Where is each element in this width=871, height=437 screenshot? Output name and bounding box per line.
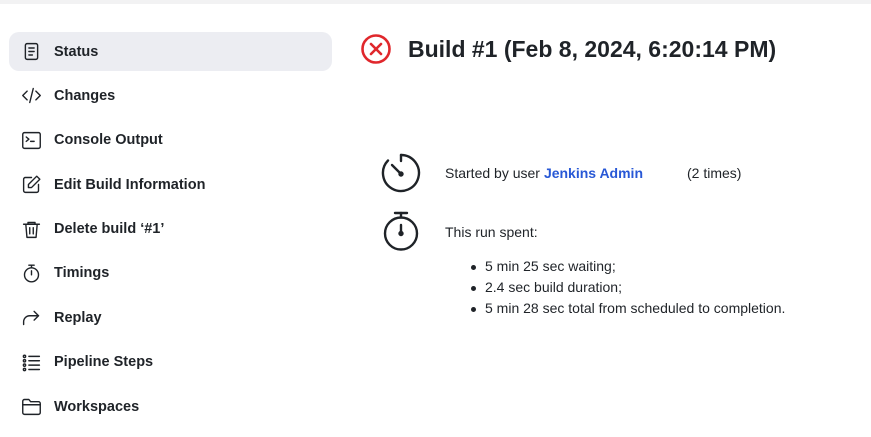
user-link[interactable]: Jenkins Admin <box>544 165 643 181</box>
timer-icon <box>380 152 422 194</box>
sidebar-item-label: Edit Build Information <box>54 176 206 193</box>
code-icon <box>20 85 42 107</box>
stopwatch-icon <box>20 262 42 284</box>
time-spent-title: This run spent: <box>445 224 538 240</box>
sidebar-item-console-output[interactable]: Console Output <box>9 121 332 160</box>
sidebar-item-label: Workspaces <box>54 398 140 415</box>
sidebar-item-status[interactable]: Status <box>9 32 332 71</box>
terminal-icon <box>20 129 42 151</box>
sidebar-item-label: Status <box>54 43 99 60</box>
build-header: Build #1 (Feb 8, 2024, 6:20:14 PM) <box>360 33 776 65</box>
sidebar-item-changes[interactable]: Changes <box>9 76 332 115</box>
list-item: 2.4 sec build duration; <box>470 277 785 298</box>
time-spent-list: 5 min 25 sec waiting; 2.4 sec build dura… <box>470 256 785 319</box>
sidebar-item-pipeline-steps[interactable]: Pipeline Steps <box>9 343 332 382</box>
page-title: Build #1 (Feb 8, 2024, 6:20:14 PM) <box>408 35 777 62</box>
sidebar-item-label: Console Output <box>54 132 163 149</box>
stopwatch-icon <box>380 210 422 252</box>
sidebar: Status Changes Console Output Edit Build… <box>9 32 332 432</box>
started-count: (2 times) <box>687 165 742 181</box>
started-by-text: Started by user Jenkins Admin (2 times) <box>445 165 741 181</box>
sidebar-item-delete-build[interactable]: Delete build ‘#1’ <box>9 210 332 249</box>
list-item: 5 min 28 sec total from scheduled to com… <box>470 298 785 319</box>
trash-icon <box>20 218 42 240</box>
sidebar-item-label: Delete build ‘#1’ <box>54 221 165 238</box>
list-item: 5 min 25 sec waiting; <box>470 256 785 277</box>
sidebar-item-replay[interactable]: Replay <box>9 298 332 337</box>
failed-x-circle-icon <box>360 33 392 65</box>
sidebar-item-label: Changes <box>54 87 116 104</box>
edit-icon <box>20 174 42 196</box>
time-spent-row: This run spent: <box>380 210 538 252</box>
sidebar-item-timings[interactable]: Timings <box>9 254 332 293</box>
sidebar-item-label: Timings <box>54 265 110 282</box>
replay-arrow-icon <box>20 307 42 329</box>
sidebar-item-label: Replay <box>54 309 102 326</box>
started-by-prefix: Started by user <box>445 165 540 181</box>
sidebar-item-label: Pipeline Steps <box>54 354 154 371</box>
started-by-row: Started by user Jenkins Admin (2 times) <box>380 152 741 194</box>
top-divider <box>0 0 871 4</box>
sidebar-item-edit-build-information[interactable]: Edit Build Information <box>9 165 332 204</box>
document-icon <box>20 41 42 63</box>
folder-icon <box>20 396 42 418</box>
sidebar-item-workspaces[interactable]: Workspaces <box>9 387 332 426</box>
list-icon <box>20 351 42 373</box>
